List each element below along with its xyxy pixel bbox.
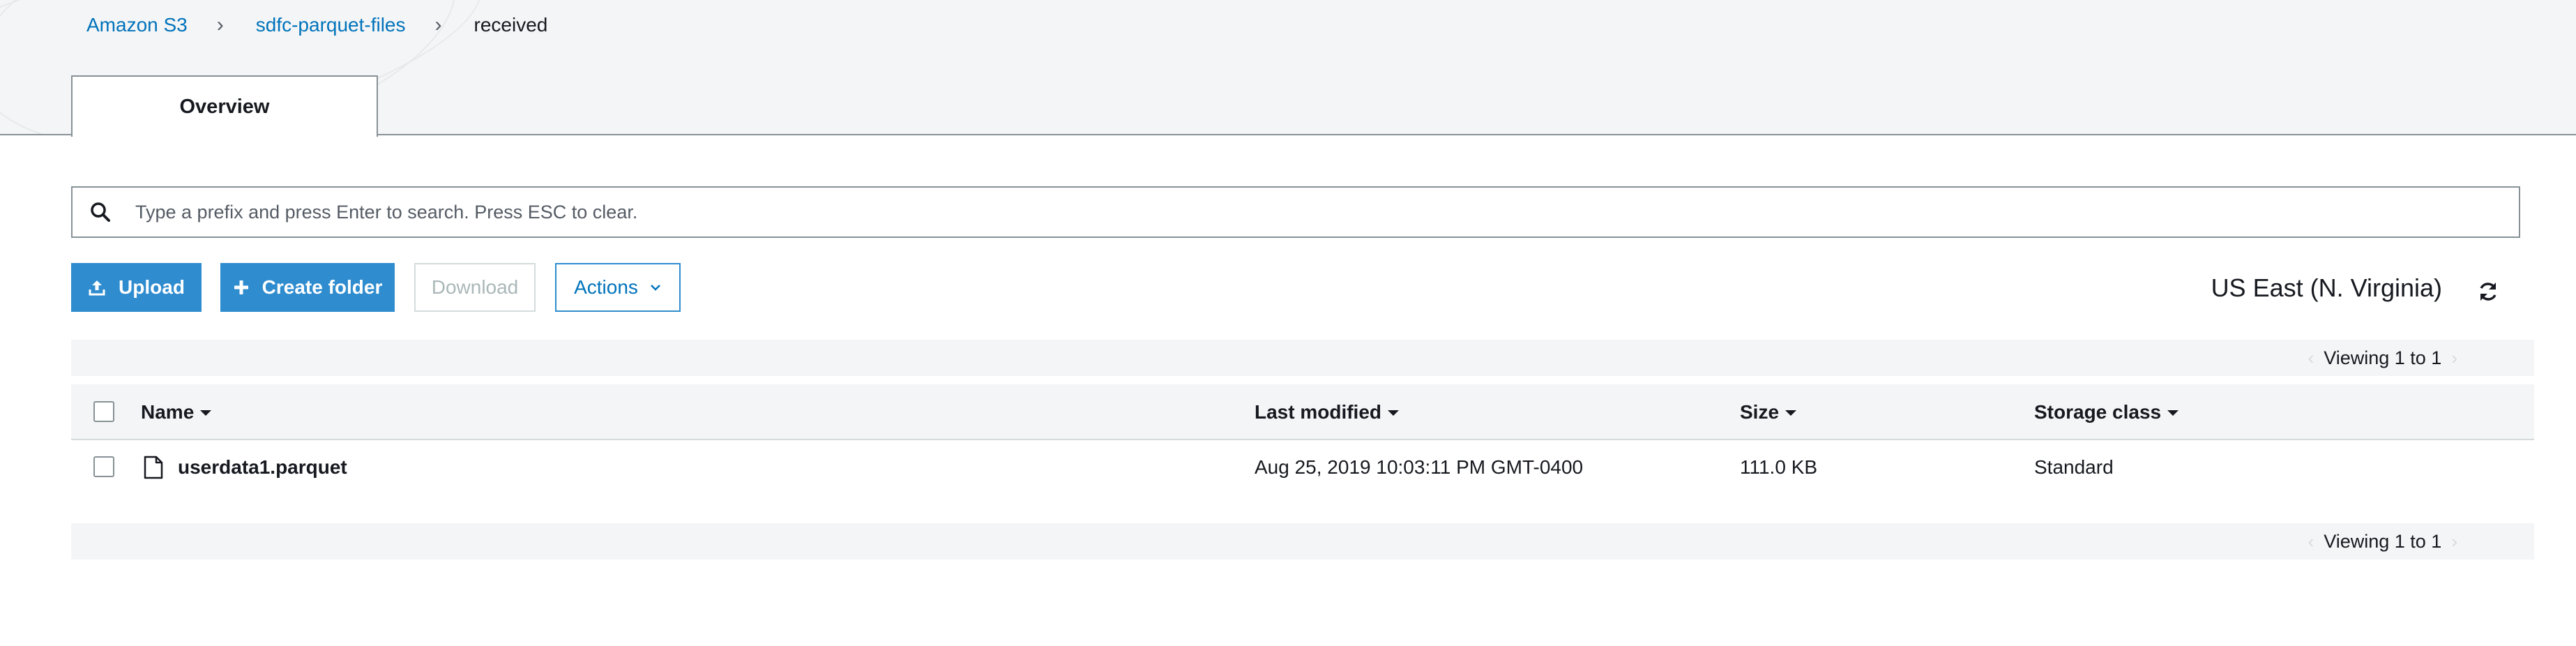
tab-overview[interactable]: Overview [71, 75, 378, 137]
create-folder-button-label: Create folder [262, 276, 383, 298]
download-button-label: Download [431, 276, 519, 298]
chevron-right-icon: › [216, 13, 224, 36]
pagination-text: Viewing 1 to 1 [2324, 347, 2442, 368]
chevron-right-icon[interactable]: › [2451, 531, 2457, 553]
chevron-right-icon: › [434, 13, 442, 36]
column-header-label: Size [1740, 401, 1780, 423]
tab-overview-label: Overview [179, 95, 270, 118]
refresh-icon[interactable] [2476, 279, 2501, 304]
upload-button[interactable]: Upload [71, 263, 202, 312]
breadcrumb-bucket[interactable]: sdfc-parquet-files [256, 14, 406, 36]
upload-button-label: Upload [119, 276, 185, 298]
caret-down-icon [1783, 407, 1798, 417]
caret-down-icon [198, 407, 213, 417]
breadcrumb-amazon-s3[interactable]: Amazon S3 [86, 14, 188, 36]
search-box[interactable] [71, 186, 2520, 238]
cell-last-modified: Aug 25, 2019 10:03:11 PM GMT-0400 [1255, 456, 1584, 478]
cell-storage-class: Standard [2034, 456, 2114, 478]
page-header: Amazon S3 › sdfc-parquet-files › receive… [0, 0, 2576, 135]
column-header-name[interactable]: Name [141, 384, 213, 440]
column-header-label: Name [141, 401, 195, 423]
plus-icon [233, 279, 250, 296]
column-header-storage-class[interactable]: Storage class [2034, 384, 2181, 440]
pagination-bottom: ‹ Viewing 1 to 1 › [2298, 523, 2467, 559]
actions-dropdown-label: Actions [574, 276, 638, 298]
download-button[interactable]: Download [414, 263, 536, 312]
search-input[interactable] [134, 191, 2519, 233]
caret-down-icon [2165, 407, 2181, 417]
column-header-label: Storage class [2034, 401, 2162, 423]
pagination-text: Viewing 1 to 1 [2324, 530, 2442, 552]
column-header-label: Last modified [1255, 401, 1382, 423]
actions-dropdown[interactable]: Actions [555, 263, 681, 312]
table-row: userdata1.parquet Aug 25, 2019 10:03:11 … [71, 441, 2534, 494]
pagination-bar-top: ‹ Viewing 1 to 1 › [71, 340, 2534, 376]
chevron-left-icon[interactable]: ‹ [2308, 347, 2314, 369]
chevron-down-icon [649, 283, 662, 292]
select-all-checkbox[interactable] [93, 401, 114, 422]
caret-down-icon [1386, 407, 1401, 417]
create-folder-button[interactable]: Create folder [220, 263, 395, 312]
pagination-top: ‹ Viewing 1 to 1 › [2298, 340, 2467, 376]
breadcrumb: Amazon S3 › sdfc-parquet-files › receive… [86, 11, 547, 39]
chevron-left-icon[interactable]: ‹ [2308, 531, 2314, 553]
pagination-bar-bottom: ‹ Viewing 1 to 1 › [71, 523, 2534, 559]
upload-icon [88, 278, 106, 296]
cell-size: 111.0 KB [1740, 456, 1818, 478]
file-icon [144, 456, 163, 479]
region-label: US East (N. Virginia) [2211, 273, 2442, 302]
object-name-link[interactable]: userdata1.parquet [178, 441, 347, 494]
column-header-size[interactable]: Size [1740, 384, 1798, 440]
row-checkbox[interactable] [93, 456, 114, 477]
column-header-last-modified[interactable]: Last modified [1255, 384, 1401, 440]
breadcrumb-current-folder: received [473, 14, 548, 36]
table-header: Name Last modified Size Storage class [71, 384, 2534, 440]
chevron-right-icon[interactable]: › [2451, 347, 2457, 369]
search-icon [86, 198, 114, 226]
